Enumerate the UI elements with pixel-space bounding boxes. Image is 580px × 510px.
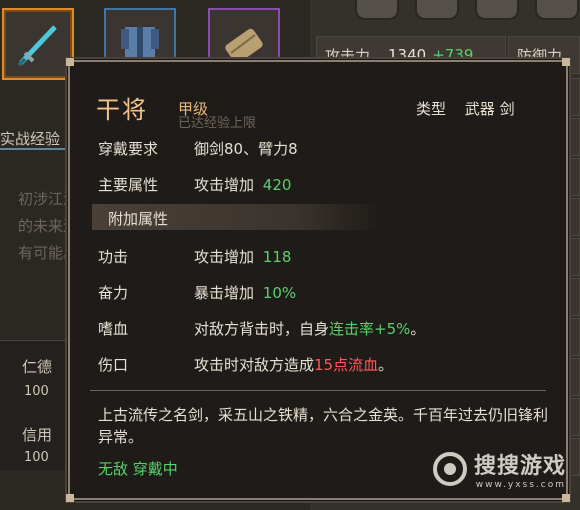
extra-value: 10% [262, 284, 297, 302]
renyi-label: 仁德 [22, 358, 53, 376]
extra-row: 奋力 暴击增加 10% [98, 282, 296, 303]
extra-label: 功击 [98, 248, 129, 266]
watermark-logo-icon [433, 452, 467, 486]
skill-highlight: 15点流血 [314, 356, 379, 374]
cap-knob [535, 0, 579, 20]
watermark-text: 搜搜游戏 [474, 454, 567, 479]
tooltip-corner [562, 494, 570, 502]
type-label: 类型 [416, 100, 447, 118]
skill-highlight: 连击率+5% [329, 320, 411, 338]
tooltip-corner [562, 58, 570, 66]
skill-row: 伤口 攻击时对敌方造成15点流血。 [98, 354, 393, 375]
skill-end: 。 [410, 320, 426, 338]
item-tooltip: 干将 甲级 已达经验上限 类型 武器 剑 穿戴要求 御剑80、臂力8 主要属性 攻击… [66, 58, 570, 502]
extra-text: 攻击增加 [194, 248, 255, 266]
cap-knob [355, 0, 399, 20]
skill-end: 。 [378, 356, 394, 374]
item-name: 干将 [96, 96, 148, 124]
requirement-row: 穿戴要求 御剑80、臂力8 [98, 138, 298, 159]
extra-header: 附加属性 [108, 210, 169, 228]
sword-icon [17, 25, 57, 67]
xinyong-label: 信用 [22, 426, 53, 444]
skill-row: 嗜血 对敌方背击时，自身连击率+5%。 [98, 318, 425, 339]
main-attr-label: 主要属性 [98, 176, 159, 194]
tooltip-corner [66, 58, 74, 66]
type-value: 武器 剑 [464, 100, 515, 118]
requirement-label: 穿戴要求 [98, 140, 159, 158]
tooltip-corner [66, 494, 74, 502]
requirement-value: 御剑80、臂力8 [194, 140, 298, 158]
exp-label: 实战经验 [0, 130, 61, 148]
skill-text: 对敌方背击时，自身 [194, 320, 330, 338]
main-attr-row: 主要属性 攻击增加 420 [98, 174, 291, 195]
item-type: 类型 武器 剑 [416, 98, 515, 119]
main-attr-value: 420 [262, 176, 292, 194]
renyi-value: 100 [24, 384, 49, 399]
item-description: 上古流传之名剑，采五山之铁精，六合之金英。千百年过去仍旧锋利异常。 [98, 406, 549, 446]
exp-bar [0, 148, 70, 150]
slot-weapon[interactable] [2, 8, 74, 80]
separator [90, 390, 546, 391]
equip-status: 无敌 穿戴中 [98, 460, 178, 478]
extra-label: 奋力 [98, 284, 129, 302]
extra-text: 暴击增加 [194, 284, 255, 302]
watermark-url: www.yxss.com [475, 480, 567, 490]
cap-knob [475, 0, 519, 20]
skill-text: 攻击时对敌方造成 [194, 356, 315, 374]
extra-value: 118 [262, 248, 292, 266]
cap-knob [415, 0, 459, 20]
xinyong-value: 100 [24, 450, 49, 465]
skill-label: 伤口 [98, 356, 129, 374]
main-attr-text: 攻击增加 [194, 176, 255, 194]
skill-label: 嗜血 [98, 320, 129, 338]
watermark: 搜搜游戏 www.yxss.com [432, 448, 566, 490]
limit-note: 已达经验上限 [178, 116, 257, 131]
extra-row: 功击 攻击增加 118 [98, 246, 291, 267]
